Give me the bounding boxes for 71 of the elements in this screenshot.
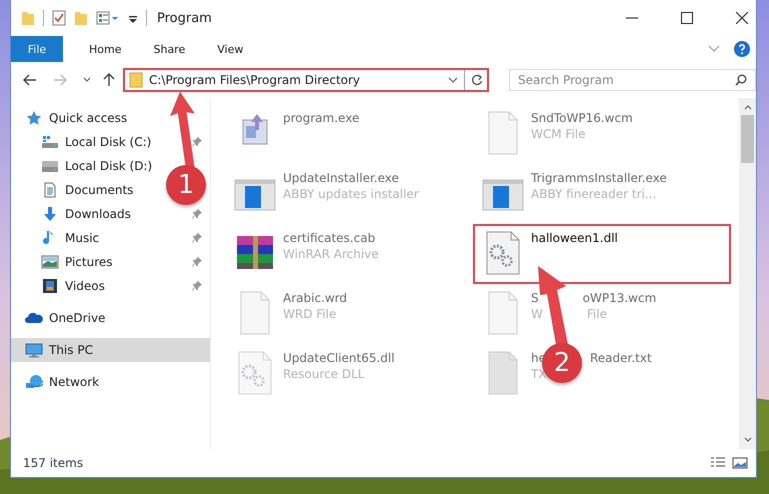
file-tab[interactable]: File — [11, 36, 63, 62]
drive-icon — [41, 134, 59, 150]
nav-item[interactable]: Music — [11, 226, 106, 250]
monitor-icon — [25, 342, 43, 358]
pin-icon[interactable] — [192, 281, 202, 291]
address-path: C:\Program Files\Program Directory — [149, 73, 362, 87]
checklist-icon[interactable] — [52, 10, 66, 26]
file-name: SndToWP16.wcm — [531, 111, 633, 125]
file-type: WRD File — [283, 307, 336, 321]
nav-item[interactable]: Network — [11, 370, 106, 394]
nav-item[interactable]: OneDrive — [11, 306, 112, 330]
folder-icon — [129, 72, 143, 88]
ribbon-tab[interactable]: View — [201, 36, 260, 62]
back-arrow-icon[interactable] — [23, 74, 37, 86]
chevron-down-icon[interactable] — [448, 77, 458, 83]
search-icon — [735, 74, 747, 86]
nav-item[interactable]: Local Disk (C:) — [11, 130, 158, 154]
file-type: W — [531, 307, 543, 321]
file-name: UpdateInstaller.exe — [283, 171, 399, 185]
file-type: WinRAR Archive — [283, 247, 379, 261]
file-type: ABBY finereader tri... — [531, 187, 656, 201]
pin-icon[interactable] — [192, 257, 202, 267]
search-field[interactable]: Search Program — [509, 69, 756, 91]
scroll-thumb[interactable] — [741, 115, 754, 163]
file-name: UpdateClient65.dll — [283, 351, 395, 365]
pin-icon[interactable] — [192, 233, 202, 243]
refresh-icon[interactable] — [471, 74, 483, 86]
properties-icon[interactable] — [96, 10, 120, 26]
file-name: S — [531, 291, 539, 305]
chevron-down-icon[interactable] — [83, 77, 91, 83]
file-type: File — [586, 307, 607, 321]
file-name: oWP13.wcm — [582, 291, 656, 305]
file-type: ABBY updates installer — [283, 187, 419, 201]
highlighted-file-item[interactable]: halloween1.dll — [473, 224, 731, 284]
picture-icon — [41, 254, 59, 270]
nav-item[interactable]: Pictures — [11, 250, 119, 274]
pin-icon[interactable] — [192, 137, 202, 147]
drive-icon — [41, 158, 59, 174]
file-type: WCM File — [531, 127, 586, 141]
nav-item[interactable]: Videos — [11, 274, 111, 298]
maximize-icon[interactable] — [681, 12, 693, 24]
file-name: halloween1.dll — [531, 231, 618, 245]
item-count: 157 items — [23, 456, 84, 470]
help-icon[interactable] — [734, 41, 750, 57]
nav-item[interactable]: Downloads — [11, 202, 137, 226]
scrollbar[interactable] — [739, 98, 756, 449]
scroll-down-icon[interactable] — [744, 437, 752, 443]
file-name: program.exe — [283, 111, 360, 125]
large-icons-view-icon[interactable] — [732, 456, 748, 470]
file-name: Arabic.wrd — [283, 291, 348, 305]
nav-item[interactable]: Local Disk (D:) — [11, 154, 158, 178]
close-icon[interactable] — [736, 12, 748, 24]
nav-item[interactable]: Quick access — [11, 106, 134, 130]
cloud-icon — [25, 310, 43, 326]
download-arrow-icon — [41, 206, 59, 222]
file-name: certificates.cab — [283, 231, 376, 245]
network-icon — [25, 374, 43, 390]
pin-icon[interactable] — [192, 209, 202, 219]
file-type: Resource DLL — [283, 367, 364, 381]
file-name: TrigrammsInstaller.exe — [531, 171, 667, 185]
nav-item[interactable]: Documents — [11, 178, 140, 202]
ribbon-tab[interactable]: Share — [137, 36, 202, 62]
star-icon — [25, 110, 43, 126]
up-arrow-icon[interactable] — [103, 73, 115, 87]
window-title: Program — [157, 10, 212, 26]
ribbon-tab[interactable]: Home — [73, 36, 138, 62]
file-name: Reader.txt — [590, 351, 652, 365]
scroll-up-icon[interactable] — [744, 104, 752, 110]
film-icon — [41, 278, 59, 294]
nav-item[interactable]: This PC — [11, 338, 210, 362]
address-bar[interactable]: C:\Program Files\Program Directory — [123, 68, 489, 92]
